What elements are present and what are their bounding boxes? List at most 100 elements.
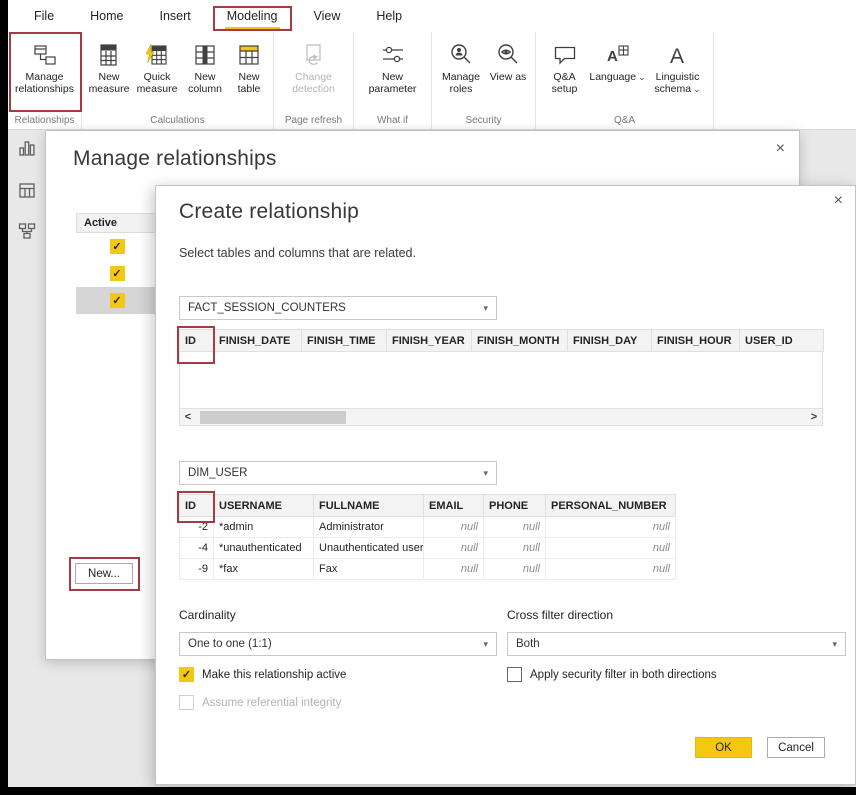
ribbon-tabs: File Home Insert Modeling View Help <box>8 0 856 32</box>
column-header-id[interactable]: ID <box>180 330 214 352</box>
column-header-email[interactable]: EMAIL <box>424 495 484 517</box>
window-left-strip <box>0 0 8 795</box>
dialog-title: Manage relationships <box>73 147 277 171</box>
tab-help[interactable]: Help <box>358 0 420 32</box>
to-table-dropdown[interactable]: DIM_USER ▾ <box>179 461 497 485</box>
manage-relationships-button[interactable]: Manage relationships <box>13 34 77 112</box>
ribbon: File Home Insert Modeling View Help Mana… <box>8 0 856 130</box>
group-label-security: Security <box>432 113 535 129</box>
quick-measure-button[interactable]: Quick measure <box>133 34 181 112</box>
to-table-preview: ID USERNAME FULLNAME EMAIL PHONE PERSONA… <box>179 494 676 580</box>
from-table-preview: ID FINISH_DATE FINISH_TIME FINISH_YEAR F… <box>179 329 823 426</box>
group-label-qa: Q&A <box>536 113 713 129</box>
manage-relationships-icon <box>32 39 58 71</box>
scroll-right-icon[interactable]: > <box>806 411 822 423</box>
column-header-phone[interactable]: PHONE <box>484 495 546 517</box>
cross-filter-dropdown[interactable]: Both ▾ <box>507 632 846 656</box>
report-view-icon <box>17 138 37 163</box>
relationship-row-selected[interactable]: ✓ <box>76 287 158 314</box>
column-header-finish-time[interactable]: FINISH_TIME <box>302 330 387 352</box>
powerbi-window: File Home Insert Modeling View Help Mana… <box>0 0 856 795</box>
apply-security-filter-checkbox[interactable]: Apply security filter in both directions <box>507 667 717 682</box>
column-header-personal-number[interactable]: PERSONAL_NUMBER <box>546 495 676 517</box>
ribbon-group-relationships: Manage relationships Relationships <box>8 32 82 129</box>
relationship-row[interactable]: ✓ <box>76 233 158 260</box>
change-detection-button[interactable]: Change detection <box>279 34 349 112</box>
make-relationship-active-checkbox[interactable]: ✓ Make this relationship active <box>179 667 346 682</box>
view-as-button[interactable]: View as <box>486 34 530 112</box>
column-header-user-id[interactable]: USER_ID <box>740 330 824 352</box>
tab-insert[interactable]: Insert <box>142 0 209 32</box>
new-column-button[interactable]: New column <box>182 34 228 112</box>
model-view-icon <box>17 221 37 246</box>
column-header-finish-month[interactable]: FINISH_MONTH <box>472 330 568 352</box>
linguistic-schema-button[interactable]: A Linguistic schema⌄ <box>647 34 709 112</box>
quick-measure-icon <box>144 39 170 71</box>
chevron-down-icon: ▾ <box>483 468 488 479</box>
chevron-down-icon: ▾ <box>483 303 488 314</box>
assume-referential-integrity-checkbox: Assume referential integrity <box>179 695 341 710</box>
column-header-finish-hour[interactable]: FINISH_HOUR <box>652 330 740 352</box>
column-header-finish-day[interactable]: FINISH_DAY <box>568 330 652 352</box>
checkbox-unchecked <box>507 667 522 682</box>
column-header-finish-date[interactable]: FINISH_DATE <box>214 330 302 352</box>
close-icon[interactable]: × <box>776 141 785 157</box>
scrollbar-track[interactable] <box>196 409 806 425</box>
tab-view[interactable]: View <box>296 0 359 32</box>
active-checkbox[interactable]: ✓ <box>110 266 125 281</box>
chevron-down-icon: ⌄ <box>693 84 701 94</box>
new-table-icon <box>236 39 262 71</box>
ribbon-group-qa: Q&A setup A Language⌄ A Linguistic schem… <box>536 32 714 129</box>
column-header-id[interactable]: ID <box>180 495 214 517</box>
manage-roles-icon <box>448 39 474 71</box>
tab-modeling[interactable]: Modeling <box>209 0 296 32</box>
tab-home[interactable]: Home <box>72 0 141 32</box>
language-icon: A <box>605 39 631 71</box>
new-parameter-button[interactable]: New parameter <box>361 34 425 112</box>
language-button[interactable]: A Language⌄ <box>590 34 646 112</box>
data-view-button[interactable] <box>14 179 40 205</box>
ok-button[interactable]: OK <box>695 737 752 758</box>
qa-setup-button[interactable]: Q&A setup <box>541 34 589 112</box>
column-header-username[interactable]: USERNAME <box>214 495 314 517</box>
ribbon-group-calculations: New measure Quick measure New column <box>82 32 274 129</box>
report-view-button[interactable] <box>14 137 40 163</box>
column-header-finish-year[interactable]: FINISH_YEAR <box>387 330 472 352</box>
table-row: -9 *fax Fax null null null <box>180 559 676 580</box>
checkbox-disabled <box>179 695 194 710</box>
cross-filter-label: Cross filter direction <box>507 608 613 622</box>
ribbon-group-what-if: New parameter What if <box>354 32 432 129</box>
tab-file[interactable]: File <box>16 0 72 32</box>
table-row: -4 *unauthenticated Unauthenticated user… <box>180 538 676 559</box>
create-relationship-dialog: Create relationship × Select tables and … <box>155 185 856 785</box>
relationship-row[interactable]: ✓ <box>76 260 158 287</box>
chevron-down-icon: ⌄ <box>638 72 646 82</box>
group-label-relationships: Relationships <box>8 113 81 129</box>
group-label-calculations: Calculations <box>82 113 273 129</box>
group-label-what-if: What if <box>354 113 431 129</box>
active-checkbox[interactable]: ✓ <box>110 293 125 308</box>
new-measure-icon <box>96 39 122 71</box>
scroll-left-icon[interactable]: < <box>180 411 196 423</box>
new-column-icon <box>192 39 218 71</box>
view-as-icon <box>495 39 521 71</box>
cancel-button[interactable]: Cancel <box>767 737 825 758</box>
window-bottom-bar <box>0 787 856 795</box>
close-icon[interactable]: × <box>834 193 843 209</box>
active-checkbox[interactable]: ✓ <box>110 239 125 254</box>
scrollbar-thumb[interactable] <box>200 411 346 424</box>
horizontal-scrollbar[interactable]: < > <box>179 409 823 426</box>
model-view-button[interactable] <box>14 220 40 246</box>
svg-text:A: A <box>670 45 684 68</box>
manage-roles-button[interactable]: Manage roles <box>437 34 485 112</box>
dialog-subtitle: Select tables and columns that are relat… <box>179 246 416 260</box>
new-table-button[interactable]: New table <box>229 34 269 112</box>
active-column-header: Active <box>76 213 158 233</box>
new-relationship-button[interactable]: New... <box>75 563 133 584</box>
cardinality-label: Cardinality <box>179 608 236 622</box>
cardinality-dropdown[interactable]: One to one (1:1) ▾ <box>179 632 497 656</box>
from-table-dropdown[interactable]: FACT_SESSION_COUNTERS ▾ <box>179 296 497 320</box>
column-header-fullname[interactable]: FULLNAME <box>314 495 424 517</box>
new-measure-button[interactable]: New measure <box>86 34 132 112</box>
data-view-icon <box>17 180 37 205</box>
